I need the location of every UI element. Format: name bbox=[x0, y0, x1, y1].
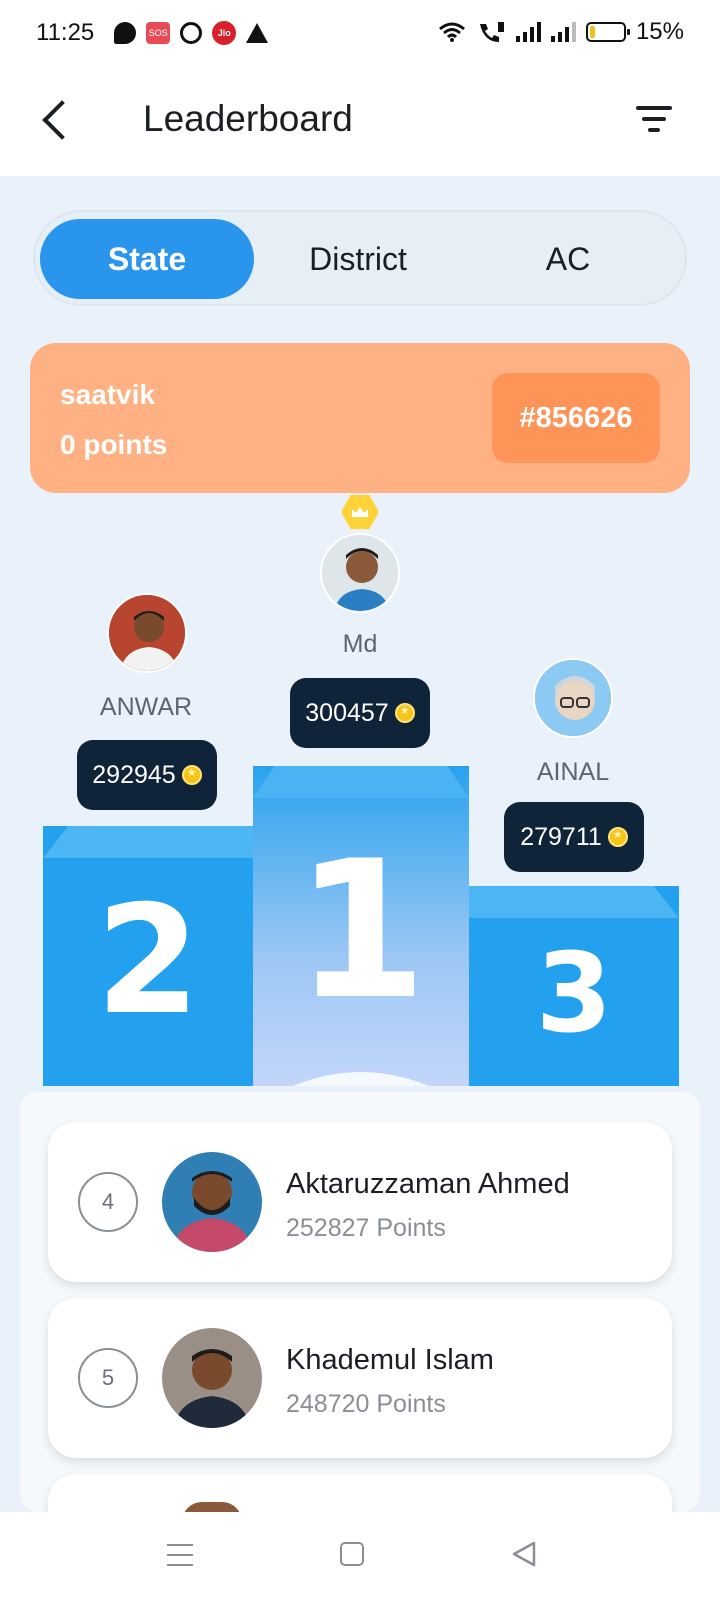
my-rank-badge: #856626 bbox=[492, 373, 660, 463]
recent-apps-icon[interactable] bbox=[167, 1542, 193, 1568]
avatar-third[interactable] bbox=[533, 658, 613, 738]
avatar bbox=[162, 1152, 262, 1252]
rank-circle: 5 bbox=[78, 1348, 138, 1408]
nav-back-icon[interactable] bbox=[510, 1540, 538, 1568]
signal-icon-2 bbox=[550, 22, 576, 42]
avatar bbox=[162, 1328, 262, 1428]
back-arrow-icon[interactable] bbox=[38, 98, 78, 144]
first-place-score: 300457 bbox=[290, 678, 430, 748]
podium-number-first: 1 bbox=[294, 820, 428, 1041]
coin-icon bbox=[181, 765, 202, 785]
first-place-name: Md bbox=[342, 630, 378, 658]
list-item[interactable]: 5 Khademul Islam 248720 Points bbox=[48, 1298, 672, 1458]
second-score-value: 292945 bbox=[92, 760, 176, 789]
app-bar: Leaderboard bbox=[0, 66, 720, 176]
list-item-partial[interactable] bbox=[48, 1474, 672, 1512]
podium-block-second: 2 bbox=[43, 826, 253, 1086]
list-item-name: Aktaruzzaman Ahmed bbox=[286, 1168, 570, 1200]
podium-block-first: 1 bbox=[253, 766, 469, 1086]
chat-icon bbox=[114, 22, 137, 44]
battery-level bbox=[589, 26, 595, 38]
status-bar: 11:25 SOS Jio 15% bbox=[0, 0, 720, 66]
coin-icon bbox=[607, 827, 628, 847]
tab-district[interactable]: District bbox=[251, 219, 465, 299]
filter-icon[interactable] bbox=[636, 102, 676, 136]
third-place-score: 279711 bbox=[504, 802, 644, 872]
warning-icon bbox=[246, 23, 269, 43]
page-title: Leaderboard bbox=[143, 98, 353, 139]
crown-icon bbox=[341, 494, 379, 530]
avatar-second[interactable] bbox=[107, 593, 187, 673]
my-points: 0 points bbox=[60, 429, 168, 460]
list-item-points: 248720 Points bbox=[286, 1390, 446, 1418]
tab-ac[interactable]: AC bbox=[461, 219, 675, 299]
my-name: saatvik bbox=[60, 379, 155, 410]
third-place-name: AINAL bbox=[536, 758, 610, 786]
home-icon[interactable] bbox=[340, 1542, 364, 1566]
alarm-icon bbox=[180, 22, 203, 44]
second-place-score: 292945 bbox=[77, 740, 217, 810]
podium-number-second: 2 bbox=[95, 874, 201, 1048]
notification-icons: SOS Jio bbox=[114, 21, 269, 45]
list-item-points: 252827 Points bbox=[286, 1214, 446, 1242]
podium-block-third: 3 bbox=[469, 886, 679, 1086]
scope-tabs: State District AC bbox=[33, 210, 687, 306]
list-item[interactable]: 4 Aktaruzzaman Ahmed 252827 Points bbox=[48, 1122, 672, 1282]
wifi-icon bbox=[438, 22, 465, 42]
podium-number-third: 3 bbox=[535, 929, 613, 1057]
battery-percent: 15% bbox=[635, 18, 684, 45]
jio-icon: Jio bbox=[212, 21, 237, 45]
coin-icon bbox=[394, 703, 415, 723]
list-item-name: Khademul Islam bbox=[286, 1344, 494, 1376]
battery-icon bbox=[585, 22, 630, 42]
avatar-first[interactable] bbox=[320, 533, 400, 613]
system-nav-bar bbox=[0, 1512, 720, 1600]
volte-call-icon bbox=[479, 22, 504, 42]
tab-state[interactable]: State bbox=[40, 219, 254, 299]
rank-circle: 4 bbox=[78, 1172, 138, 1232]
avatar bbox=[182, 1502, 242, 1512]
first-score-value: 300457 bbox=[305, 698, 389, 727]
third-score-value: 279711 bbox=[520, 822, 602, 851]
sos-icon: SOS bbox=[146, 22, 171, 44]
status-time: 11:25 bbox=[36, 19, 95, 46]
signal-icon bbox=[515, 22, 541, 42]
system-icons: 15% bbox=[438, 18, 684, 46]
second-place-name: ANWAR bbox=[99, 693, 193, 721]
my-rank-card: saatvik 0 points #856626 bbox=[30, 343, 690, 493]
